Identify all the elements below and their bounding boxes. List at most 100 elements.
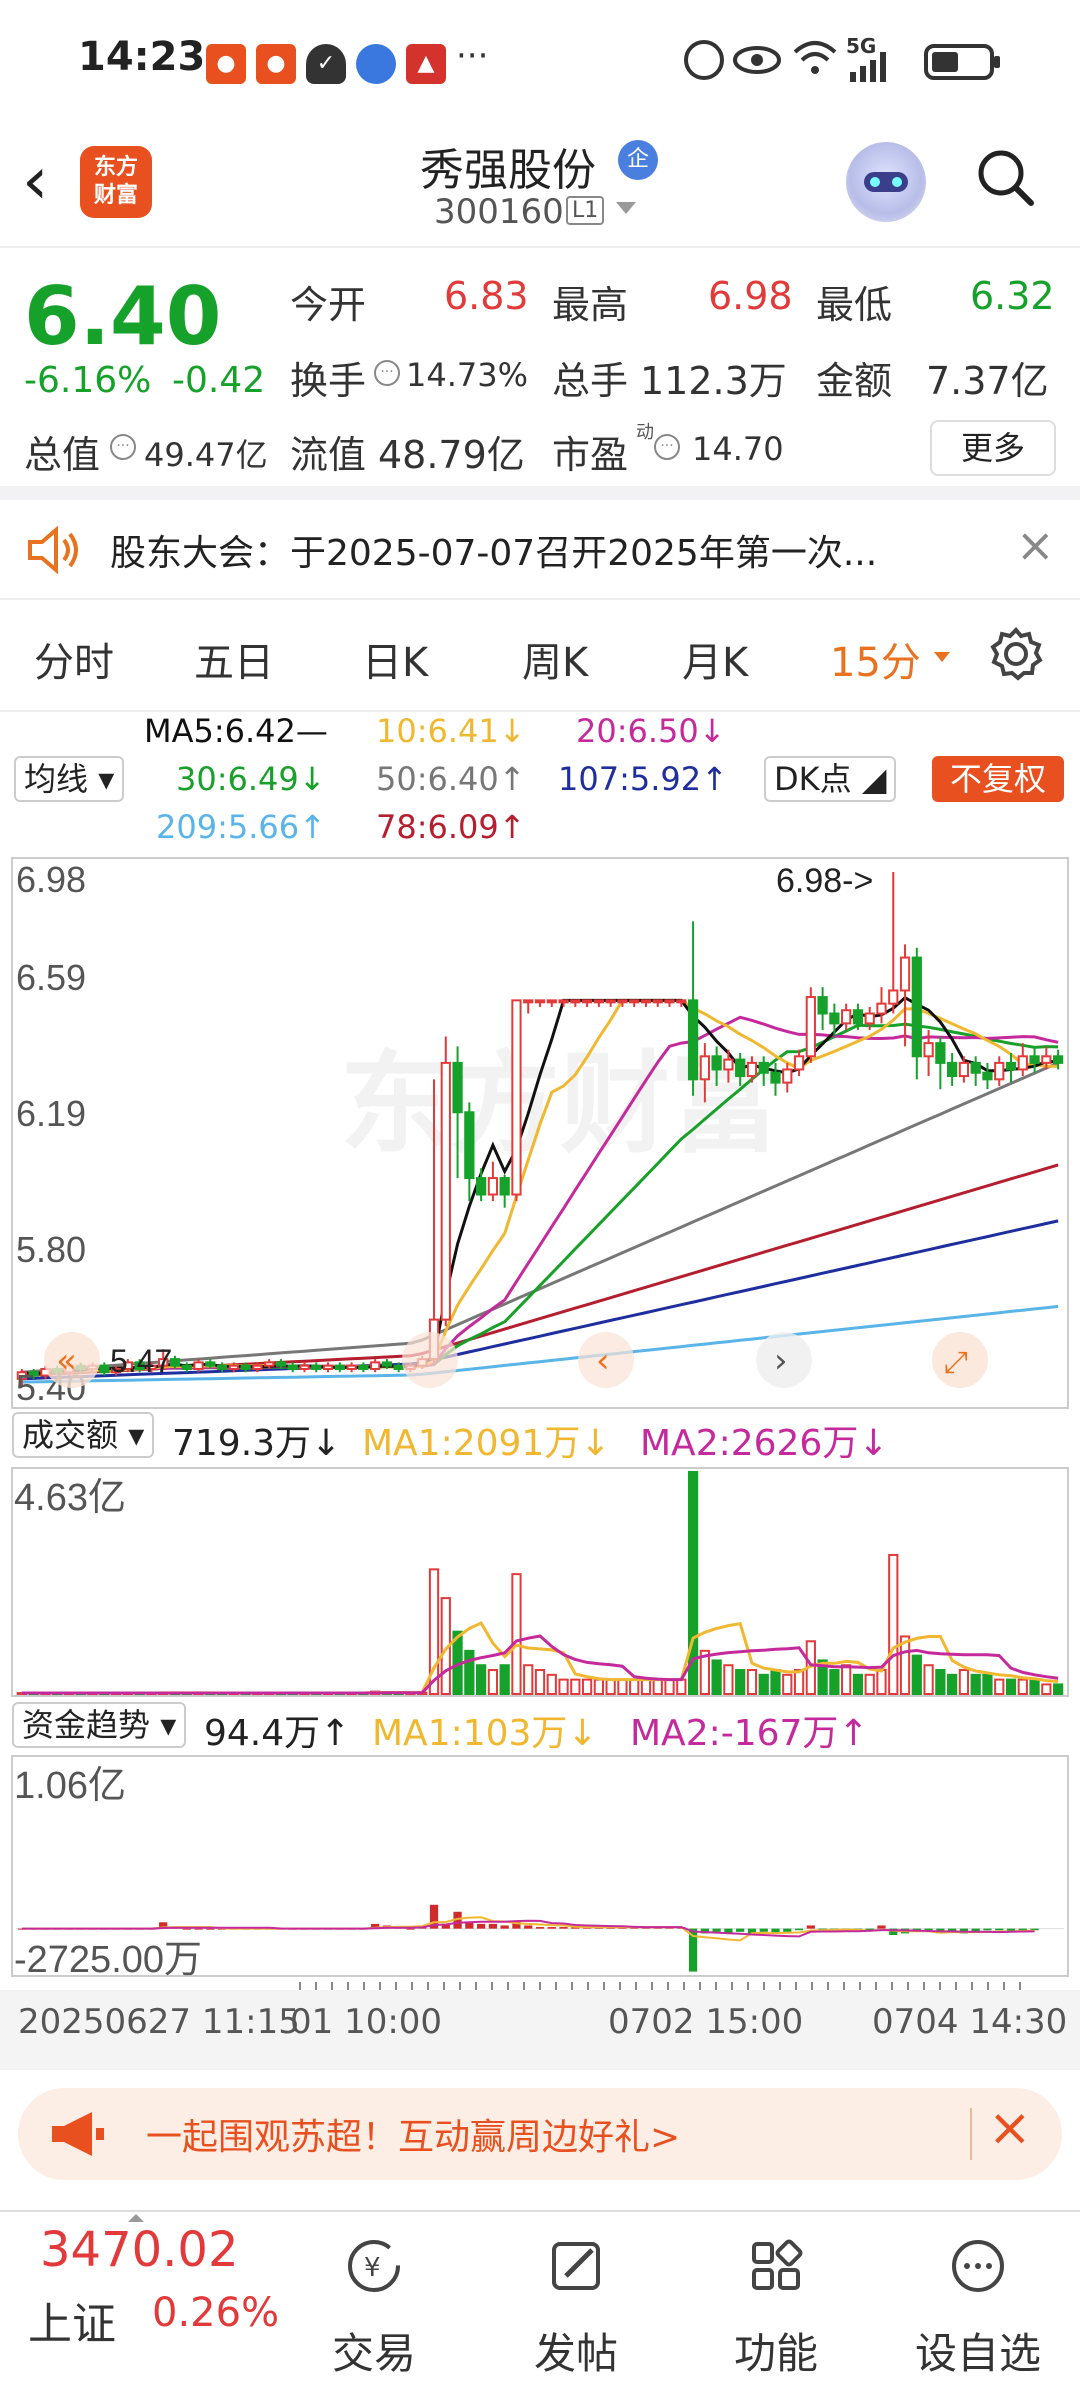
notice-text: 股东大会：于2025-07-07召开2025年第一次... [110,533,878,574]
candle [687,999,699,1081]
candle [746,1061,758,1078]
candle [758,1061,769,1074]
candle [476,1177,487,1196]
indicator-selector[interactable]: 均线 ▾ [14,756,125,802]
candle [864,1012,875,1025]
time-label-start: 20250627 11:15 [18,2002,300,2042]
info-icon[interactable]: ··· [110,434,136,460]
candle [947,1061,958,1078]
candle [676,999,687,1004]
tab-daily[interactable]: 日K [362,630,428,688]
candle [499,1177,510,1196]
candle [523,999,534,1004]
nav-trade[interactable]: ¥ 交易 [284,2212,464,2388]
chevron-down-icon[interactable] [934,652,950,662]
adjust-mode-button[interactable]: 不复权 [932,756,1064,802]
volume-bar [782,1673,793,1696]
chevron-up-icon[interactable] [128,2214,144,2222]
chevron-down-icon[interactable] [616,202,636,214]
flow-max-label: 1.06亿 [14,1765,126,1807]
close-icon[interactable]: × [988,2098,1032,2158]
candle [252,1364,263,1370]
low-label: 最低 [816,283,893,327]
candle [629,999,640,1004]
volume-bar [476,1664,487,1695]
more-button[interactable]: 更多 [930,420,1056,476]
volume-bar [923,1664,934,1695]
flow-bar [535,1927,545,1929]
trade-icon: ¥ [348,2240,400,2292]
candle [935,1042,946,1064]
candle [440,1061,451,1321]
flow-bar [783,1928,792,1932]
volume-bar [652,1678,663,1695]
notice-bar[interactable]: 股东大会：于2025-07-07召开2025年第一次... × [0,500,1080,600]
expand-icon: ⤢ [944,1345,968,1380]
flow-bar [500,1925,509,1929]
ai-assistant-icon[interactable] [846,142,926,222]
candle [370,1361,381,1370]
pe-label: 市盈 [552,433,629,477]
info-icon[interactable]: ··· [654,434,680,460]
candle [593,999,604,1004]
flow-indicator-selector[interactable]: 资金趋势 ▾ [12,1702,187,1748]
candle [711,1055,722,1071]
index-name[interactable]: 上证 [28,2288,116,2352]
tab-intraday[interactable]: 分时 [34,630,114,688]
chevron-left-icon: ‹ [596,1341,610,1381]
back-icon[interactable]: ‹ [22,148,48,214]
candle [899,956,911,992]
nav-post[interactable]: 发帖 [486,2212,666,2388]
candle [464,1111,475,1180]
tab-weekly[interactable]: 周K [522,630,588,688]
volume-bar [1029,1678,1040,1695]
candle [1052,1055,1064,1064]
level-badge[interactable]: L1 [566,196,605,225]
flow-bar [983,1928,992,1931]
index-change[interactable]: 0.26% [152,2290,279,2336]
tab-15min[interactable]: 15分 [830,630,921,688]
tab-monthly[interactable]: 月K [682,630,748,688]
app-logo[interactable]: 东方 财富 [80,146,152,218]
candle [299,1364,310,1370]
more-notifications-icon: ··· [456,36,489,76]
tab-five-day[interactable]: 五日 [194,630,274,688]
ma-legend: 均线 ▾ MA5:6.42— 10:6.41↓ 20:6.50↓ 30:6.49… [0,712,1080,852]
open-value: 6.83 [444,274,529,318]
volume-bar [947,1673,958,1696]
flow-bar [794,1928,804,1931]
candle [558,999,569,1004]
amount-value: 7.37亿 [926,359,1049,403]
flow-bar [559,1927,568,1929]
candle [1029,1055,1040,1064]
candle [911,956,922,1058]
nav-add-watchlist[interactable]: 设自选 [888,2212,1068,2388]
volume-bar [735,1669,746,1696]
volume-bar [1005,1678,1017,1695]
volume-bar [888,1553,899,1695]
search-icon[interactable] [976,148,1034,206]
candle [393,1364,404,1370]
candle [664,999,675,1004]
volume-indicator-selector[interactable]: 成交额 ▾ [12,1412,155,1458]
dk-point-button[interactable]: DK点 ◢ [764,756,897,802]
index-value[interactable]: 3470.02 [40,2222,239,2278]
close-icon[interactable]: × [1016,518,1055,572]
candle [699,1055,710,1081]
pe-dynamic-mark: 动 [636,422,654,443]
candle [99,1364,110,1374]
info-icon[interactable]: ··· [374,360,400,386]
candle [640,999,652,1004]
mktcap-label: 总值 [24,433,101,477]
candle [958,1061,970,1078]
volume-bar [970,1673,981,1696]
nav-functions[interactable]: 功能 [686,2212,866,2388]
promo-banner[interactable]: 一起围观苏超！互动赢周边好礼> × [18,2088,1062,2180]
flow-bar [524,1925,533,1929]
candle [817,996,828,1015]
volume-bar [958,1669,970,1696]
flow-min-label: -2725.00万 [14,1939,202,1981]
change-amount: -0.42 [172,360,266,401]
candle [782,1068,793,1084]
gear-icon[interactable] [988,626,1044,682]
